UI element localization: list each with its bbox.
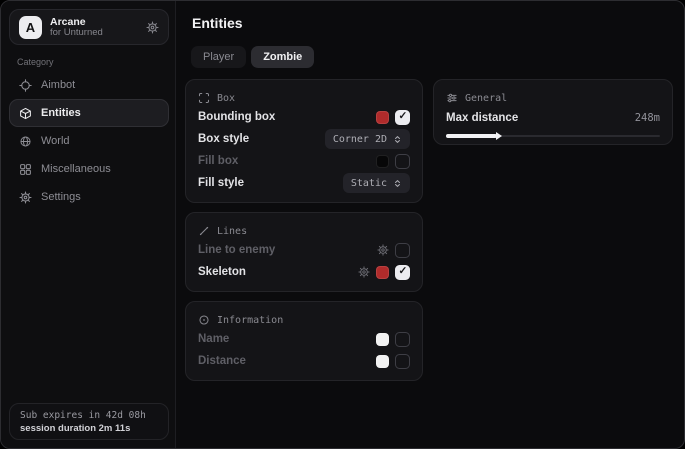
fill-style-dropdown[interactable]: Static [343,173,410,193]
sidebar-item-world[interactable]: World [9,127,169,155]
row-label: Fill box [198,155,238,167]
session-duration-text: session duration 2m 11s [20,423,158,434]
page-title: Entities [192,15,243,31]
general-card-header: General [446,90,660,106]
sliders-icon [446,92,458,104]
tab-label: Zombie [263,51,302,63]
subscription-status-card: Sub expires in 42d 08h session duration … [9,403,169,440]
tab-player[interactable]: Player [191,46,246,68]
gear-icon[interactable] [377,244,389,256]
row-label: Bounding box [198,111,275,123]
information-card-header: Information [198,312,410,328]
sub-expiry-text: Sub expires in 42d 08h [20,410,158,421]
category-label: Category [17,57,54,67]
sidebar-item-entities[interactable]: Entities [9,99,169,127]
row-label: Skeleton [198,266,246,278]
dropdown-value: Static [351,178,387,189]
name-checkbox[interactable] [395,332,410,347]
max-distance-slider[interactable] [446,131,660,141]
color-swatch[interactable] [376,333,389,346]
tab-zombie[interactable]: Zombie [251,46,314,68]
globe-icon [19,135,32,148]
fill-box-row: Fill box [198,150,410,172]
sidebar-item-settings[interactable]: Settings [9,183,169,211]
dropdown-value: Corner 2D [333,134,387,145]
skeleton-checkbox[interactable] [395,265,410,280]
app-logo: A [19,16,42,39]
skeleton-row: Skeleton [198,261,410,283]
scan-corners-icon [198,92,210,104]
sidebar-item-label: World [41,135,70,147]
sidebar-nav: Aimbot Entities World [9,71,169,211]
distance-checkbox[interactable] [395,354,410,369]
row-label: Name [198,333,229,345]
app-name: Arcane [50,16,103,28]
bounding-box-checkbox[interactable] [395,110,410,125]
main-panel: Entities Player Zombie Box Bounding box [176,1,685,449]
line-to-enemy-checkbox[interactable] [395,243,410,258]
sidebar-item-aimbot[interactable]: Aimbot [9,71,169,99]
sidebar-item-label: Miscellaneous [41,163,111,175]
box-style-row: Box style Corner 2D [198,128,410,150]
max-distance-value: 248m [635,112,660,124]
sidebar: A Arcane for Unturned Category A [1,1,176,448]
max-distance-row: Max distance 248m [446,108,660,128]
bounding-box-row: Bounding box [198,106,410,128]
sidebar-item-label: Entities [41,107,81,119]
focus-circle-icon [198,314,210,326]
gear-icon[interactable] [146,21,159,34]
distance-row: Distance [198,350,410,372]
color-swatch[interactable] [376,111,389,124]
box-style-dropdown[interactable]: Corner 2D [325,129,410,149]
app-window: A Arcane for Unturned Category A [0,0,685,449]
card-title: Box [217,93,235,104]
box-card-header: Box [198,90,410,106]
grid-icon [19,163,32,176]
color-swatch[interactable] [376,266,389,279]
fill-box-checkbox[interactable] [395,154,410,169]
color-swatch[interactable] [376,155,389,168]
chevron-up-down-icon [393,135,402,144]
box-card: Box Bounding box Box style Corner 2D [185,79,423,203]
chevron-up-down-icon [393,179,402,188]
entity-tabs: Player Zombie [191,46,314,68]
gear-icon[interactable] [358,266,370,278]
brand-card: A Arcane for Unturned [9,9,169,45]
diagonal-line-icon [198,225,210,237]
line-to-enemy-row: Line to enemy [198,239,410,261]
row-label: Fill style [198,177,244,189]
name-row: Name [198,328,410,350]
brand-text: Arcane for Unturned [50,16,103,39]
sidebar-item-label: Aimbot [41,79,75,91]
card-title: Lines [217,226,247,237]
information-card: Information Name Distance [185,301,423,381]
crosshair-icon [19,79,32,92]
color-swatch[interactable] [376,355,389,368]
row-label: Box style [198,133,249,145]
tab-label: Player [203,51,234,63]
general-card: General Max distance 248m [433,79,673,145]
lines-card-header: Lines [198,223,410,239]
card-title: General [465,93,507,104]
cube-icon [19,107,32,120]
row-label: Max distance [446,112,518,124]
fill-style-row: Fill style Static [198,172,410,194]
row-label: Distance [198,355,246,367]
row-label: Line to enemy [198,244,275,256]
slider-fill-and-thumb[interactable] [446,134,497,138]
app-subtitle: for Unturned [50,28,103,39]
gear-icon [19,191,32,204]
lines-card: Lines Line to enemy Skeleton [185,212,423,292]
sidebar-item-label: Settings [41,191,81,203]
sidebar-item-miscellaneous[interactable]: Miscellaneous [9,155,169,183]
card-title: Information [217,315,283,326]
